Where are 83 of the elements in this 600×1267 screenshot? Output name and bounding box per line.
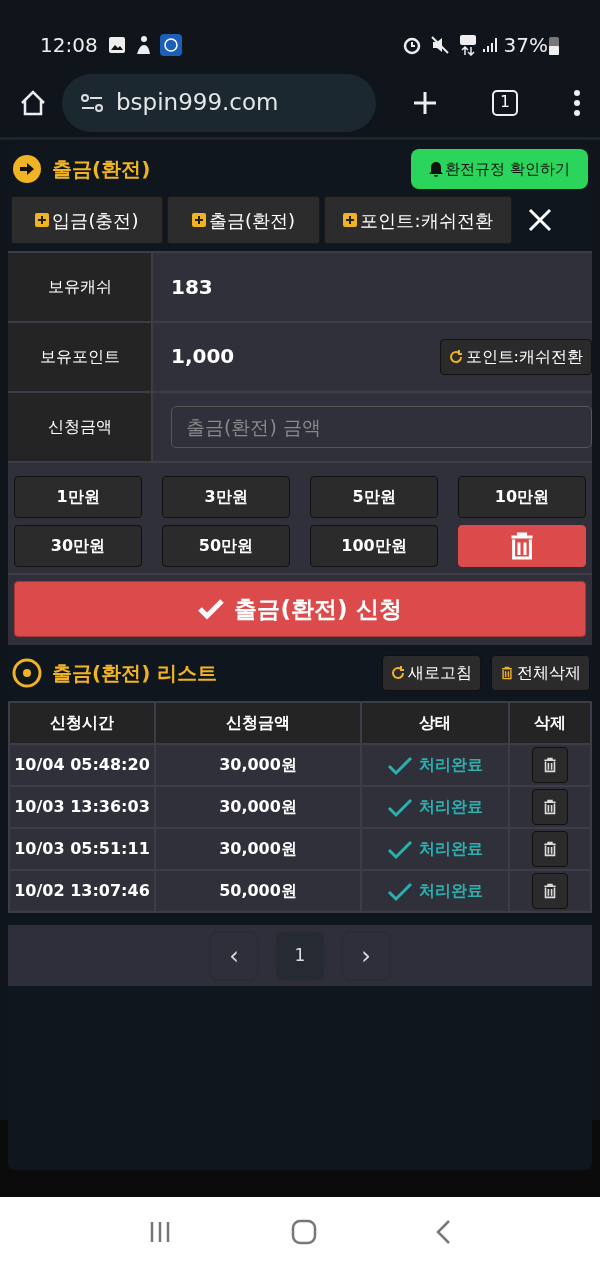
field-label: 보유포인트 bbox=[8, 323, 153, 391]
battery-icon bbox=[548, 35, 560, 55]
column-header: 상태 bbox=[361, 702, 509, 744]
check-icon bbox=[387, 839, 413, 860]
table-cell: 10/03 13:36:03 bbox=[9, 786, 155, 828]
signal-icon bbox=[481, 36, 500, 54]
table-cell: 30,000원 bbox=[155, 786, 361, 828]
check-icon bbox=[387, 797, 413, 818]
check-icon bbox=[198, 598, 225, 620]
amount-button[interactable]: 100만원 bbox=[310, 525, 438, 567]
convert-button[interactable]: 포인트:캐쉬전환 bbox=[439, 339, 592, 375]
trash-icon bbox=[542, 799, 558, 815]
field-label: 신청금액 bbox=[8, 393, 153, 461]
submit-button[interactable]: 출금(환전) 신청 bbox=[14, 581, 586, 637]
amount-field[interactable]: 출금(환전) 금액 bbox=[171, 406, 592, 448]
url-text: bspin999.com bbox=[116, 88, 279, 118]
tab-count[interactable]: 1 bbox=[492, 89, 518, 116]
check-icon bbox=[387, 755, 413, 776]
status-text: 처리완료 bbox=[419, 839, 483, 858]
rules-button[interactable]: 환전규정 확인하기 bbox=[411, 149, 588, 189]
field-label: 보유캐쉬 bbox=[8, 253, 153, 321]
table-cell: 50,000원 bbox=[155, 870, 361, 912]
image-icon bbox=[107, 36, 126, 54]
tab-button[interactable]: 포인트:캐쉬전환 bbox=[324, 196, 512, 244]
previous-page-button[interactable]: ‹ bbox=[211, 932, 257, 979]
close-icon[interactable] bbox=[528, 208, 552, 232]
home-button-icon[interactable] bbox=[291, 1219, 317, 1245]
trash-icon bbox=[542, 757, 558, 773]
table-cell: 10/02 13:07:46 bbox=[9, 870, 155, 912]
mute-icon bbox=[429, 35, 450, 55]
status-text: 처리완료 bbox=[419, 797, 483, 816]
modal-title: 출금(환전) bbox=[52, 156, 151, 183]
amount-button[interactable]: 50만원 bbox=[162, 525, 290, 567]
refresh-icon bbox=[448, 350, 463, 364]
delete-button[interactable] bbox=[532, 747, 568, 783]
refresh-icon bbox=[391, 666, 405, 680]
delete-button[interactable] bbox=[532, 789, 568, 825]
delete-button[interactable] bbox=[532, 831, 568, 867]
alarm-icon bbox=[401, 35, 422, 55]
new-tab-icon[interactable] bbox=[412, 89, 438, 116]
bell-icon bbox=[429, 161, 444, 177]
amount-button[interactable]: 5만원 bbox=[310, 476, 438, 518]
plus-icon bbox=[191, 213, 206, 227]
status-text: 처리완료 bbox=[419, 755, 483, 774]
page-button[interactable]: 1 bbox=[277, 932, 323, 979]
amount-button[interactable]: 3만원 bbox=[162, 476, 290, 518]
delete-all-button[interactable]: 전체삭제 bbox=[491, 655, 590, 691]
check-icon bbox=[387, 881, 413, 902]
next-page-button[interactable]: › bbox=[343, 932, 389, 979]
trash-icon bbox=[542, 883, 558, 899]
table-cell: 30,000원 bbox=[155, 828, 361, 870]
battery-percent: 37% bbox=[503, 32, 548, 59]
column-header: 신청금액 bbox=[155, 702, 361, 744]
table-cell: 30,000원 bbox=[155, 744, 361, 786]
network-icon bbox=[457, 34, 478, 56]
amount-button[interactable]: 30만원 bbox=[14, 525, 142, 567]
column-header: 삭제 bbox=[509, 702, 591, 744]
trash-icon bbox=[500, 666, 514, 680]
table-cell: 10/04 05:48:20 bbox=[9, 744, 155, 786]
tab-button[interactable]: 입금(충전) bbox=[11, 196, 163, 244]
menu-icon[interactable] bbox=[572, 88, 582, 117]
trash-icon bbox=[542, 841, 558, 857]
amount-button[interactable]: 10만원 bbox=[458, 476, 586, 518]
target-icon bbox=[12, 658, 42, 688]
address-bar[interactable]: bspin999.com bbox=[62, 73, 376, 132]
list-title: 출금(환전) 리스트 bbox=[52, 660, 218, 687]
table-cell: 10/03 05:51:11 bbox=[9, 828, 155, 870]
site-settings-icon[interactable] bbox=[80, 92, 104, 113]
cash-value: 183 bbox=[171, 274, 213, 301]
delete-button[interactable] bbox=[532, 873, 568, 909]
tab-button[interactable]: 출금(환전) bbox=[167, 196, 320, 244]
clock: 12:08 bbox=[40, 32, 98, 59]
status-text: 처리완료 bbox=[419, 881, 483, 900]
column-header: 신청시간 bbox=[9, 702, 155, 744]
amount-button[interactable]: 1만원 bbox=[14, 476, 142, 518]
arrow-circle-icon bbox=[12, 154, 42, 184]
refresh-button[interactable]: 새로고침 bbox=[382, 655, 481, 691]
points-value: 1,000 bbox=[171, 343, 235, 370]
plus-icon bbox=[35, 213, 50, 227]
clear-button[interactable] bbox=[458, 525, 586, 567]
plus-icon bbox=[343, 213, 358, 227]
back-icon[interactable] bbox=[435, 1219, 451, 1245]
app-icon bbox=[159, 34, 182, 56]
